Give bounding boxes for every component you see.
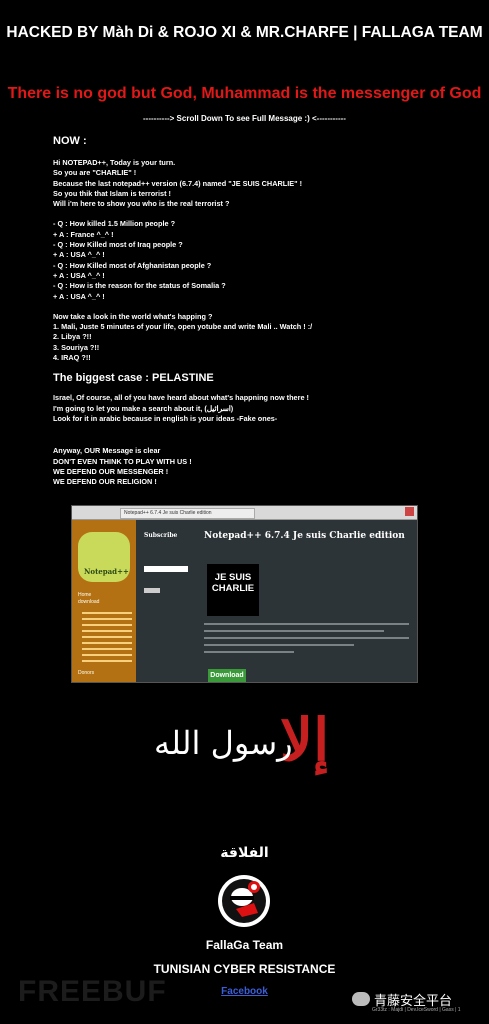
release-text <box>204 623 409 658</box>
israel-line: Look for it in arabic because in english… <box>53 413 278 423</box>
closing-block: Anyway, OUR Message is clear DON'T EVEN … <box>53 446 433 487</box>
qa-line: + A : USA ^_^ ! <box>53 250 105 260</box>
subscribe-button <box>144 588 160 593</box>
team-name: FallaGa Team <box>205 938 284 952</box>
world-line: Now take a look in the world what's happ… <box>53 311 213 321</box>
intro-line: Will i'm here to show you who is the rea… <box>53 199 230 209</box>
arabic-calligraphy: إلا رسول الله <box>140 700 370 790</box>
site-nav: Home download <box>78 592 99 606</box>
slogan-text: There is no god but God, Muhammad is the… <box>7 85 482 102</box>
qa-line: - Q : How Killed most of Iraq people ? <box>53 240 183 250</box>
qa-line: - Q : How killed 1.5 Million people ? <box>53 219 176 229</box>
intro-block: Hi NOTEPAD++, Today is your turn. So you… <box>53 158 433 209</box>
qa-line: - Q : How is the reason for the status o… <box>53 281 226 291</box>
qa-line: + A : USA ^_^ ! <box>53 270 105 280</box>
resistance-label: TUNISIAN CYBER RESISTANCE <box>153 962 336 976</box>
freebuf-watermark: FREEBUF <box>18 975 167 1008</box>
download-button: Download <box>208 669 246 682</box>
world-line: 1. Mali, Juste 5 minutes of your life, o… <box>53 322 313 332</box>
israel-line: I'm going to let you make a search about… <box>53 403 234 413</box>
israel-line: Israel, Of course, all of you have heard… <box>53 393 309 403</box>
subscribe-input <box>144 566 188 572</box>
browser-tab: Notepad++ 6.7.4 Je suis Charlie edition <box>120 508 255 519</box>
intro-line: Because the last notepad++ version (6.7.… <box>53 178 303 188</box>
site-sidebar: Notepad++ Home download Donors <box>72 520 136 682</box>
subscribe-heading: Subscribe <box>144 532 178 539</box>
window-close-icon <box>405 507 414 516</box>
je-suis-charlie-badge: JE SUIS CHARLIE <box>207 564 259 616</box>
notepad-site-screenshot: Notepad++ 6.7.4 Je suis Charlie edition … <box>71 505 418 683</box>
subscribe-column: Subscribe <box>136 520 198 682</box>
fallaga-emblem-icon <box>216 873 272 929</box>
closing-line: Anyway, OUR Message is clear <box>53 446 161 456</box>
closing-line: WE DEFEND OUR RELIGION ! <box>53 477 157 487</box>
world-block: Now take a look in the world what's happ… <box>53 312 433 363</box>
release-heading: Notepad++ 6.7.4 Je suis Charlie edition <box>204 531 405 541</box>
calligraphy-white: رسول الله <box>154 724 293 762</box>
hack-title: HACKED BY Màh Di & ROJO XI & MR.CHARFE |… <box>6 24 483 41</box>
qa-line: + A : USA ^_^ ! <box>53 291 105 301</box>
intro-line: Hi NOTEPAD++, Today is your turn. <box>53 158 176 167</box>
browser-tab-bar: Notepad++ 6.7.4 Je suis Charlie edition <box>72 506 417 520</box>
israel-block: Israel, Of course, all of you have heard… <box>53 393 433 424</box>
nav-home: Home <box>78 592 92 598</box>
intro-line: So you thik that Islam is terrorist ! <box>53 188 171 198</box>
case-heading: The biggest case : PELASTINE <box>53 372 214 385</box>
now-heading: NOW : <box>53 135 87 147</box>
notepad-logo-icon: Notepad++ <box>78 532 130 582</box>
logo-text: Notepad++ <box>84 567 129 576</box>
world-line: 4. IRAQ ?!! <box>53 353 91 363</box>
world-line: 3. Souriya ?!! <box>53 342 100 352</box>
message-body: NOW : Hi NOTEPAD++, Today is your turn. … <box>53 134 433 487</box>
scroll-hint: ----------> Scroll Down To see Full Mess… <box>143 114 346 123</box>
intro-line: So you are "CHARLIE" ! <box>53 168 137 178</box>
nav-download: download <box>78 599 100 605</box>
team-arabic-name: الفلاقة <box>220 845 269 861</box>
qa-line: - Q : How Killed most of Afghanistan peo… <box>53 260 212 270</box>
qa-line: + A : France ^_^ ! <box>53 229 114 239</box>
world-line: 2. Libya ?!! <box>53 332 92 342</box>
closing-line: WE DEFEND OUR MESSENGER ! <box>53 466 169 476</box>
greetings-credits: Gr33tz : Majdi | Dev.IceSword | Gass | 1 <box>372 1007 461 1013</box>
sidebar-footer: Donors <box>78 670 95 676</box>
closing-line: DON'T EVEN THINK TO PLAY WITH US ! <box>53 456 192 466</box>
sidebar-link-list <box>82 612 132 666</box>
wechat-icon <box>352 992 370 1006</box>
qa-block: - Q : How killed 1.5 Million people ? + … <box>53 219 433 301</box>
site-main: Notepad++ 6.7.4 Je suis Charlie edition … <box>198 520 417 682</box>
